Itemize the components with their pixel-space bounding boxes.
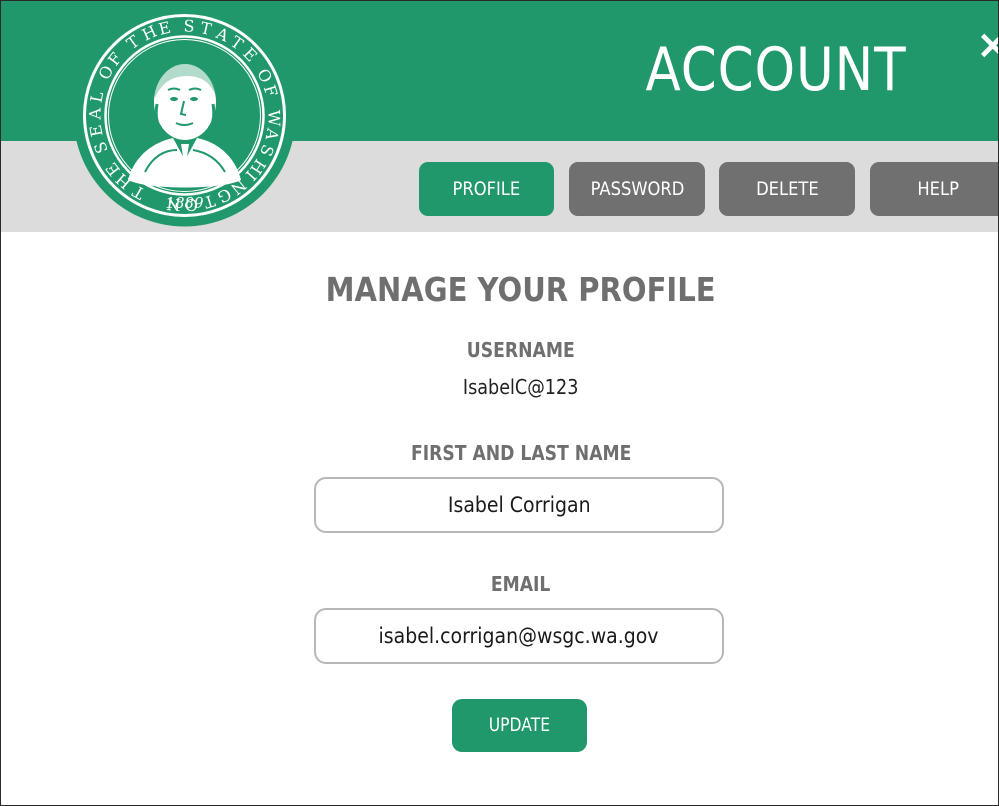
- close-icon[interactable]: ×: [976, 23, 998, 67]
- email-label-text: EMAIL: [491, 572, 551, 596]
- email-value: isabel.corrigan@wsgc.wa.gov: [379, 624, 659, 648]
- update-button-label: UPDATE: [488, 714, 551, 736]
- tab-help-label: HELP: [917, 178, 959, 200]
- full-name-label-text: FIRST AND LAST NAME: [410, 441, 632, 465]
- tab-delete[interactable]: DELETE: [719, 162, 855, 216]
- svg-text:A: A: [86, 108, 105, 121]
- tab-password[interactable]: PASSWORD: [569, 162, 705, 216]
- page-title-text: MANAGE YOUR PROFILE: [325, 270, 716, 309]
- tab-profile-label: PROFILE: [452, 178, 521, 200]
- full-name-label: FIRST AND LAST NAME: [277, 439, 765, 467]
- profile-panel: MANAGE YOUR PROFILE USERNAME IsabelC@123…: [1, 232, 998, 805]
- account-tabs: PROFILE PASSWORD DELETE HELP: [1, 162, 998, 218]
- username-label: USERNAME: [277, 336, 765, 364]
- email-label: EMAIL: [277, 570, 765, 598]
- full-name-value: Isabel Corrigan: [447, 493, 591, 517]
- username-value: IsabelC@123: [277, 372, 765, 402]
- tab-delete-label: DELETE: [755, 178, 819, 200]
- tab-help[interactable]: HELP: [870, 162, 998, 216]
- account-window: ACCOUNT × T H E S E A L O F T H E S T A: [0, 0, 999, 806]
- page-title: MANAGE YOUR PROFILE: [277, 268, 765, 312]
- email-field[interactable]: isabel.corrigan@wsgc.wa.gov: [314, 608, 724, 664]
- username-label-text: USERNAME: [467, 338, 575, 362]
- svg-text:S: S: [183, 16, 195, 35]
- app-title: ACCOUNT: [645, 35, 906, 105]
- full-name-field[interactable]: Isabel Corrigan: [314, 477, 724, 533]
- update-button[interactable]: UPDATE: [452, 699, 587, 752]
- username-value-text: IsabelC@123: [463, 375, 579, 399]
- svg-text:W: W: [264, 110, 283, 127]
- tab-password-label: PASSWORD: [590, 178, 684, 200]
- tab-profile[interactable]: PROFILE: [419, 162, 554, 216]
